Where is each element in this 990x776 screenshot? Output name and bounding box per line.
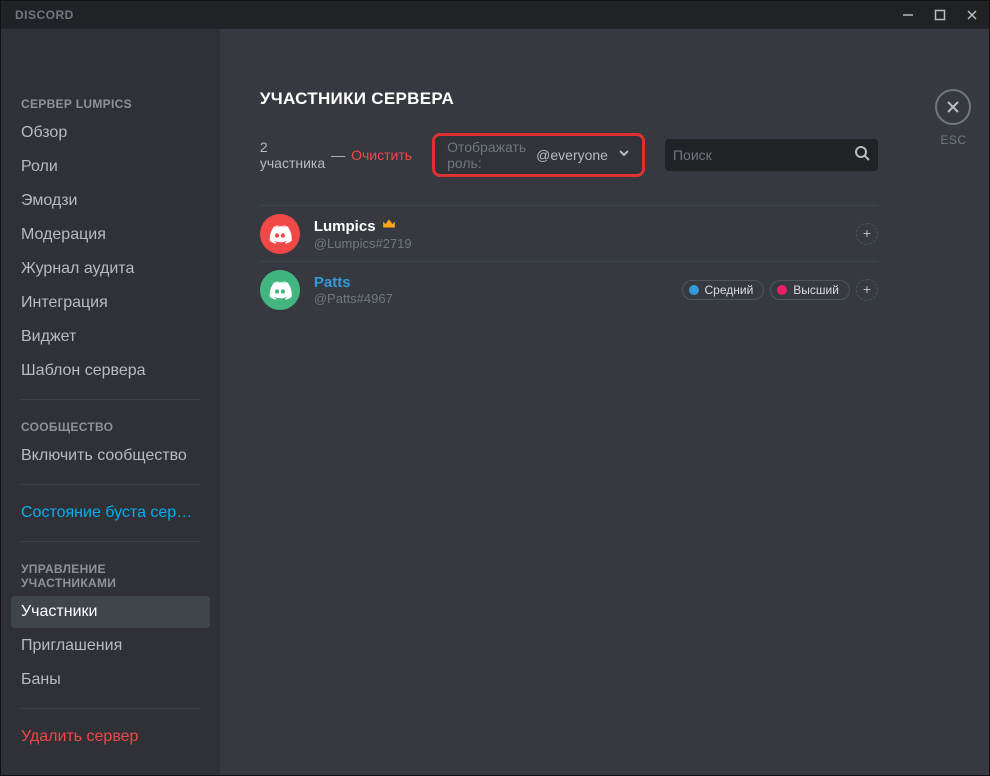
role-color-dot — [777, 285, 787, 295]
sidebar-item-boost-status[interactable]: Состояние буста серв… — [11, 497, 210, 529]
search-icon — [854, 145, 870, 166]
sidebar-item-enable-community[interactable]: Включить сообщество — [11, 440, 210, 472]
clear-button[interactable]: Очистить — [351, 147, 412, 163]
member-info: Patts@Patts#4967 — [314, 274, 393, 306]
dash: — — [331, 147, 345, 163]
chevron-down-icon — [618, 146, 630, 164]
sidebar-item-moderation[interactable]: Модерация — [11, 219, 210, 251]
crown-icon — [382, 217, 396, 236]
member-info: Lumpics@Lumpics#2719 — [314, 217, 412, 251]
brand-label: DISCORD — [15, 8, 74, 22]
add-role-button[interactable]: + — [856, 223, 878, 245]
settings-body: СЕРВЕР LUMPICS Обзор Роли Эмодзи Модерац… — [1, 29, 989, 775]
search-input[interactable] — [673, 147, 854, 163]
sidebar-item-bans[interactable]: Баны — [11, 664, 210, 696]
esc-label: ESC — [940, 133, 966, 147]
sidebar-header-server: СЕРВЕР LUMPICS — [11, 89, 210, 117]
sidebar-item-delete-server[interactable]: Удалить сервер — [11, 721, 210, 753]
plus-icon: + — [863, 281, 871, 297]
add-role-button[interactable]: + — [856, 279, 878, 301]
app-window: DISCORD СЕРВЕР LUMPICS Обзор Роли Эмодзи… — [0, 0, 990, 776]
sidebar-item-emoji[interactable]: Эмодзи — [11, 185, 210, 217]
sidebar-item-invites[interactable]: Приглашения — [11, 630, 210, 662]
plus-icon: + — [863, 225, 871, 241]
close-window-button[interactable] — [965, 8, 979, 22]
avatar — [260, 214, 300, 254]
page-title: УЧАСТНИКИ СЕРВЕРА — [260, 89, 878, 109]
filter-row: 2 участника — Очистить Отображать роль: … — [260, 133, 878, 177]
sidebar-separator — [21, 708, 200, 709]
settings-sidebar: СЕРВЕР LUMPICS Обзор Роли Эмодзи Модерац… — [1, 29, 220, 775]
sidebar-item-widget[interactable]: Виджет — [11, 321, 210, 353]
member-name: Lumpics — [314, 218, 376, 235]
sidebar-separator — [21, 399, 200, 400]
role-label: Высший — [793, 283, 839, 297]
sidebar-separator — [21, 484, 200, 485]
sidebar-header-community: СООБЩЕСТВО — [11, 412, 210, 440]
sidebar-item-integration[interactable]: Интеграция — [11, 287, 210, 319]
role-color-dot — [689, 285, 699, 295]
sidebar-separator — [21, 541, 200, 542]
role-filter-value: @everyone — [536, 147, 608, 163]
content-area: УЧАСТНИКИ СЕРВЕРА 2 участника — Очистить… — [220, 29, 918, 775]
search-wrap — [665, 139, 878, 171]
sidebar-item-roles[interactable]: Роли — [11, 151, 210, 183]
member-name: Patts — [314, 274, 351, 291]
sidebar-item-template[interactable]: Шаблон сервера — [11, 355, 210, 387]
close-settings-button[interactable] — [935, 89, 971, 125]
role-chip[interactable]: Средний — [682, 280, 765, 300]
role-filter-label: Отображать роль: — [447, 139, 526, 171]
member-count: 2 участника — [260, 139, 325, 171]
role-label: Средний — [705, 283, 754, 297]
close-column: ESC — [918, 29, 989, 775]
sidebar-item-audit-log[interactable]: Журнал аудита — [11, 253, 210, 285]
role-filter-dropdown[interactable]: Отображать роль: @everyone — [432, 133, 645, 177]
role-chip[interactable]: Высший — [770, 280, 850, 300]
member-roles: Средний Высший + — [682, 279, 878, 301]
member-tag: @Patts#4967 — [314, 291, 393, 306]
member-row[interactable]: Lumpics@Lumpics#2719 + — [260, 205, 878, 261]
sidebar-header-user-management: УПРАВЛЕНИЕ УЧАСТНИКАМИ — [11, 554, 210, 596]
maximize-button[interactable] — [933, 8, 947, 22]
titlebar: DISCORD — [1, 1, 989, 29]
sidebar-item-members[interactable]: Участники — [11, 596, 210, 628]
member-row[interactable]: Patts@Patts#4967 Средний Высший + — [260, 261, 878, 317]
minimize-button[interactable] — [901, 8, 915, 22]
avatar — [260, 270, 300, 310]
member-tag: @Lumpics#2719 — [314, 236, 412, 251]
window-controls — [901, 8, 979, 22]
members-list: Lumpics@Lumpics#2719 + Patts@Patts#4967 Сре… — [260, 205, 878, 317]
sidebar-item-overview[interactable]: Обзор — [11, 117, 210, 149]
member-roles: + — [856, 223, 878, 245]
